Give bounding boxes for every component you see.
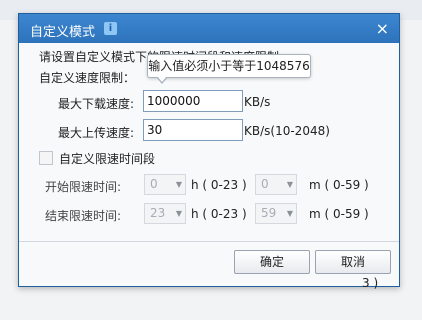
validation-tooltip: 输入值必须小于等于1048576	[147, 54, 311, 84]
chevron-down-icon: ▼	[286, 180, 293, 189]
start-time-label: 开始限速时间:	[45, 180, 122, 194]
end-time-label: 结束限速时间:	[45, 209, 122, 223]
start-minute-unit: m ( 0-59 )	[309, 178, 369, 192]
download-speed-input[interactable]	[143, 90, 243, 112]
end-minute-select[interactable]: 59 ▼	[255, 203, 297, 224]
time-period-checkbox[interactable]	[39, 151, 53, 165]
cancel-button[interactable]: 取消	[315, 250, 391, 274]
tooltip-text: 输入值必须小于等于1048576	[148, 59, 310, 73]
tooltip-arrow	[156, 76, 168, 84]
speed-limit-label: 自定义速度限制：	[39, 71, 136, 85]
end-minute-value: 59	[261, 206, 277, 220]
start-minute-select[interactable]: 0 ▼	[255, 174, 297, 195]
close-icon[interactable]: ×	[376, 19, 389, 38]
button-separator	[19, 241, 399, 242]
end-minute-unit: m ( 0-59 )	[309, 207, 369, 221]
upload-speed-unit: KB/s(10-2048)	[244, 124, 330, 138]
background-text: 3 )	[362, 276, 379, 290]
download-speed-unit: KB/s	[244, 95, 271, 109]
custom-mode-dialog: 自定义模式 i × 请设置自定义模式下的限速时间段和速度限制 自定义速度限制： …	[18, 13, 400, 287]
start-hour-value: 0	[150, 177, 158, 191]
start-hour-unit: h ( 0-23 )	[191, 178, 247, 192]
time-period-label: 自定义限速时间段	[59, 152, 156, 166]
end-hour-unit: h ( 0-23 )	[191, 207, 247, 221]
end-hour-select[interactable]: 23 ▼	[144, 203, 186, 224]
start-hour-select[interactable]: 0 ▼	[144, 174, 186, 195]
ok-button[interactable]: 确定	[234, 250, 310, 274]
download-speed-label: 最大下载速度:	[58, 97, 135, 111]
info-icon: i	[104, 22, 117, 35]
upload-speed-input[interactable]	[143, 119, 243, 141]
dialog-titlebar: 自定义模式 i ×	[19, 14, 399, 43]
dialog-title: 自定义模式	[30, 25, 96, 40]
end-hour-value: 23	[150, 206, 166, 220]
chevron-down-icon: ▼	[286, 209, 293, 218]
upload-speed-label: 最大上传速度:	[58, 126, 135, 140]
chevron-down-icon: ▼	[175, 180, 182, 189]
chevron-down-icon: ▼	[175, 209, 182, 218]
start-minute-value: 0	[261, 177, 269, 191]
